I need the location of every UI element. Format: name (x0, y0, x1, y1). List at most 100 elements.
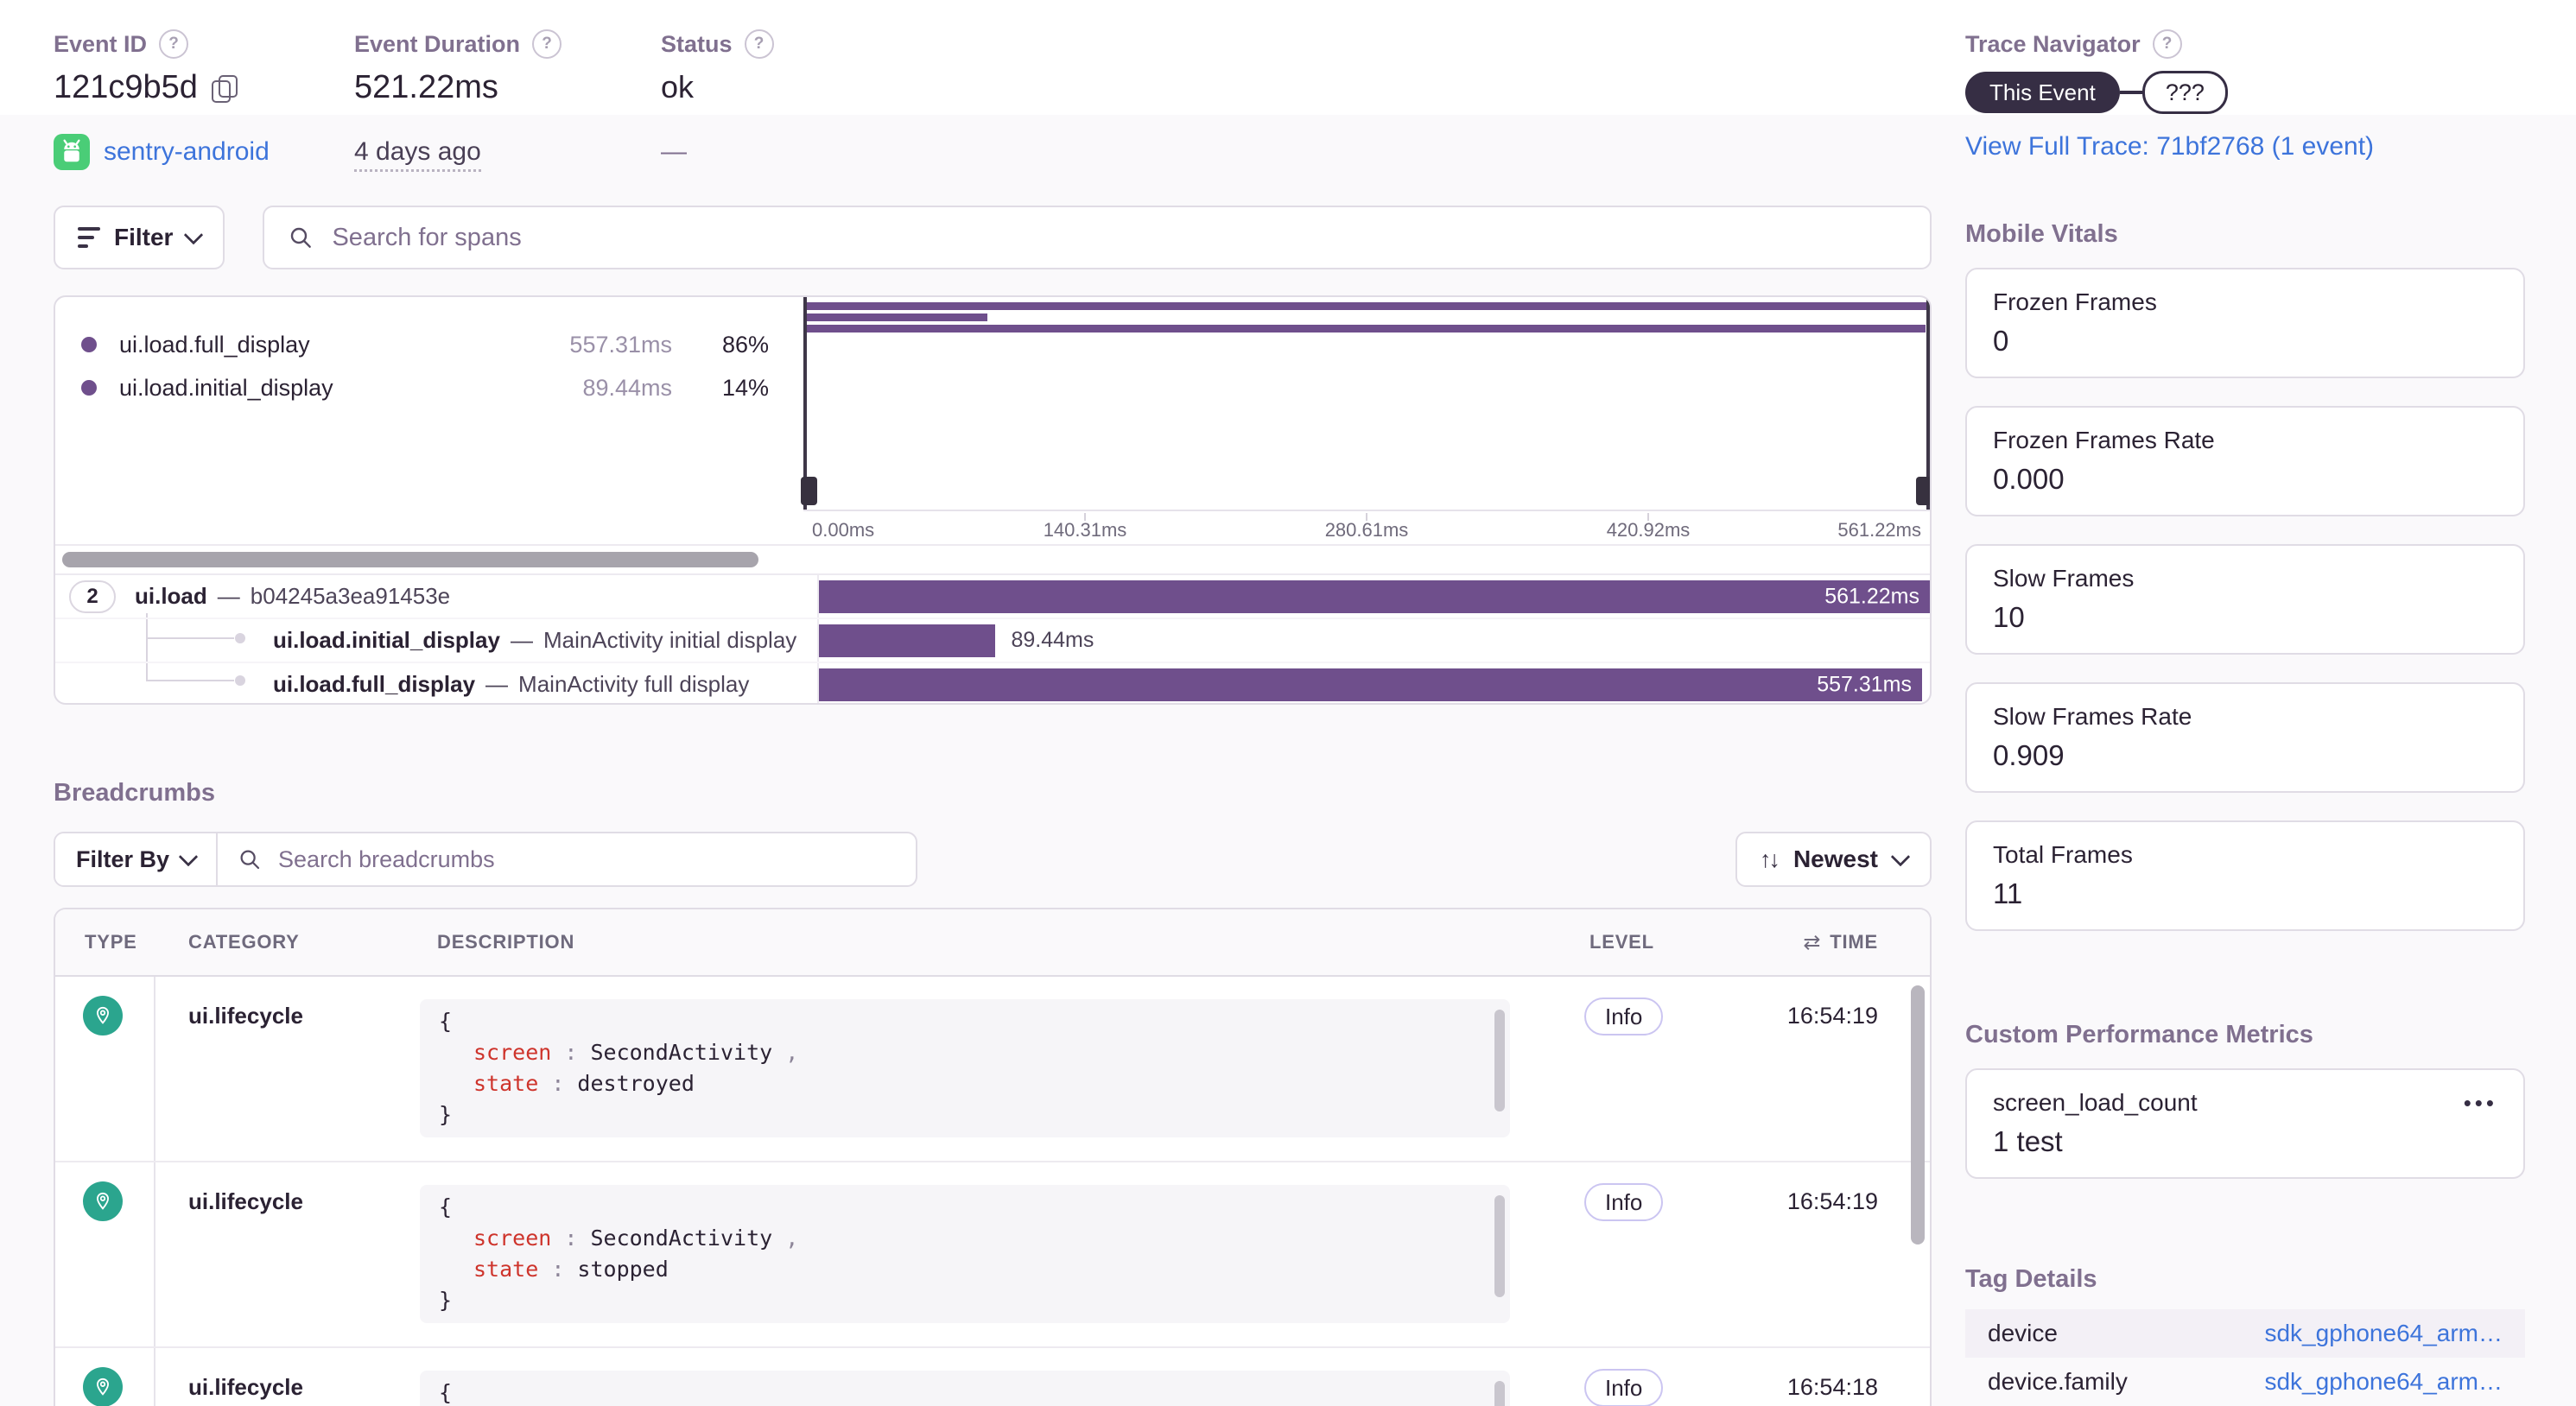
metric-value: 1 test (1993, 1125, 2063, 1157)
event-subheader: sentry-android 4 days ago — View Full Tr… (0, 115, 2576, 197)
help-icon[interactable]: ? (159, 29, 189, 59)
next-event-pill[interactable]: ??? (2141, 71, 2228, 114)
legend-row[interactable]: ui.load.full_display 557.31ms 86% (81, 323, 769, 366)
custom-metrics-title: Custom Performance Metrics (1965, 1021, 2313, 1048)
event-id-field: Event ID ? 121c9b5d (54, 29, 238, 106)
event-detail-page: Event ID ? 121c9b5d Event Duration ? 521… (0, 0, 2576, 1406)
span-search-box (263, 206, 1932, 269)
project-link[interactable]: sentry-android (54, 134, 270, 170)
breadcrumb-code-block[interactable]: { (420, 1371, 1510, 1406)
breadcrumb-row[interactable]: ui.lifecycle { screen : SecondActivity ,… (55, 1162, 1930, 1348)
span-description: MainActivity initial display (542, 627, 797, 653)
span-bar[interactable]: 561.22ms (819, 580, 1930, 613)
tag-details-title: Tag Details (1965, 1265, 2097, 1293)
col-time[interactable]: ⇄ TIME (1748, 930, 1930, 955)
vital-label: Total Frames (1993, 841, 2133, 868)
help-icon[interactable]: ? (2152, 29, 2182, 59)
legend-name: ui.load.full_display (119, 331, 310, 358)
span-filter-label: Filter (114, 224, 174, 250)
status-label: Status (661, 30, 733, 57)
vital-card[interactable]: Slow Frames Rate 0.909 (1965, 682, 2525, 793)
tag-details-list: device sdk_gphone64_arm… device.family s… (1965, 1309, 2525, 1406)
help-icon[interactable]: ? (744, 29, 774, 59)
breadcrumb-search-input[interactable] (276, 845, 897, 874)
col-category: CATEGORY (188, 931, 300, 953)
axis-tick-label: 561.22ms (1837, 519, 1921, 541)
level-badge: Info (1584, 1183, 1664, 1221)
vital-value: 11 (1993, 877, 2023, 909)
breadcrumbs-table-header: TYPE CATEGORY DESCRIPTION LEVEL ⇄ TIME (55, 909, 1930, 977)
sort-arrows-icon: ↑↓ (1759, 846, 1780, 872)
code-scrollbar-thumb[interactable] (1494, 1381, 1505, 1406)
legend-percent: 86% (721, 331, 769, 358)
minimap-left-handle[interactable] (801, 477, 817, 505)
breadcrumb-row[interactable]: ui.lifecycle { screen : SecondActivity ,… (55, 977, 1930, 1162)
status-sub-dash: — (661, 137, 687, 166)
span-tree-row[interactable]: 2 ui.load — b04245a3ea91453e 561.22ms (55, 575, 1930, 618)
vital-card[interactable]: Frozen Frames Rate 0.000 (1965, 406, 2525, 516)
minimap-right-handle[interactable] (1916, 477, 1930, 505)
vital-label: Slow Frames (1993, 565, 2135, 592)
span-tree-row[interactable]: ui.load.full_display — MainActivity full… (55, 662, 1930, 703)
legend-name: ui.load.initial_display (119, 374, 333, 401)
spans-panel: ui.load.full_display 557.31ms 86% ui.loa… (54, 295, 1932, 705)
table-scrollbar-thumb[interactable] (1911, 985, 1925, 1244)
breadcrumb-filter-by-button[interactable]: Filter By (55, 833, 219, 885)
event-duration-field: Event Duration ? 521.22ms (354, 29, 562, 106)
sidebar: Mobile Vitals Frozen Frames 0 Frozen Fra… (1965, 206, 2525, 1406)
overflow-menu-icon[interactable]: ••• (2464, 1090, 2497, 1117)
span-duration: 89.44ms (1011, 628, 1094, 652)
legend-percent: 14% (721, 374, 769, 401)
custom-metric-card[interactable]: screen_load_count ••• 1 test (1965, 1068, 2525, 1179)
event-age[interactable]: 4 days ago (354, 137, 481, 172)
span-tree: 2 ui.load — b04245a3ea91453e 561.22ms ui… (55, 575, 1930, 703)
span-bar[interactable] (819, 624, 996, 657)
span-count-pill[interactable]: 2 (69, 580, 116, 613)
breadcrumb-sort-button[interactable]: ↑↓ Newest (1735, 832, 1932, 887)
axis-tick-label: 280.61ms (1324, 519, 1409, 541)
vital-label: Frozen Frames (1993, 288, 2157, 315)
breadcrumb-code-block[interactable]: { screen : SecondActivity , state : stop… (420, 1185, 1510, 1323)
navigation-pin-icon (83, 1181, 123, 1221)
vital-card[interactable]: Frozen Frames 0 (1965, 268, 2525, 378)
main-column: Filter ui.load.full_display 557.31ms (54, 206, 1932, 1406)
vital-card[interactable]: Slow Frames 10 (1965, 544, 2525, 655)
breadcrumb-code-block[interactable]: { screen : SecondActivity , state : dest… (420, 999, 1510, 1137)
legend-row[interactable]: ui.load.initial_display 89.44ms 14% (81, 366, 769, 409)
span-description: MainActivity full display (518, 671, 750, 697)
help-icon[interactable]: ? (532, 29, 562, 59)
view-full-trace-link[interactable]: View Full Trace: 71bf2768 (1 event) (1965, 132, 2374, 162)
span-minimap[interactable]: 0.00ms 140.31ms 280.61ms 420.92ms 561.22… (801, 297, 1930, 544)
vital-value: 0 (1993, 325, 2009, 357)
tag-row[interactable]: device.family sdk_gphone64_arm… (1965, 1358, 2525, 1406)
span-tree-row[interactable]: ui.load.initial_display — MainActivity i… (55, 618, 1930, 662)
span-op: ui.load.full_display (273, 671, 476, 697)
vital-card[interactable]: Total Frames 11 (1965, 820, 2525, 931)
tag-key: device (1988, 1320, 2058, 1346)
code-scrollbar-thumb[interactable] (1494, 1195, 1505, 1297)
tag-value-link[interactable]: sdk_gphone64_arm… (2264, 1320, 2503, 1347)
event-id-label: Event ID (54, 30, 148, 57)
event-id-value: 121c9b5d (54, 69, 198, 105)
copy-icon[interactable] (211, 74, 238, 103)
breadcrumb-row[interactable]: ui.lifecycle { Info 16:54:18 (55, 1348, 1930, 1406)
span-bar[interactable]: 557.31ms (819, 668, 1922, 701)
axis-tick-label: 0.00ms (812, 519, 875, 541)
span-search-input[interactable] (330, 222, 1907, 253)
trace-navigator-header: Trace Navigator ? (1965, 29, 2182, 59)
breadcrumb-category: ui.lifecycle (188, 1003, 303, 1029)
col-type: TYPE (85, 931, 137, 953)
tag-row[interactable]: device sdk_gphone64_arm… (1965, 1309, 2525, 1358)
breadcrumbs-table: TYPE CATEGORY DESCRIPTION LEVEL ⇄ TIME u… (54, 908, 1932, 1406)
this-event-pill[interactable]: This Event (1965, 72, 2120, 113)
breadcrumb-category: ui.lifecycle (188, 1188, 303, 1214)
breadcrumbs-title: Breadcrumbs (54, 779, 215, 807)
span-filter-button[interactable]: Filter (54, 206, 225, 269)
legend-duration: 557.31ms (569, 331, 672, 358)
tag-value-link[interactable]: sdk_gphone64_arm… (2264, 1368, 2503, 1396)
horizontal-scrollbar-thumb[interactable] (62, 552, 758, 567)
search-icon (240, 850, 260, 870)
trace-navigator-pills: This Event ??? (1965, 71, 2228, 114)
code-scrollbar-thumb[interactable] (1494, 1010, 1505, 1112)
span-scrollbar-track (55, 544, 1930, 575)
